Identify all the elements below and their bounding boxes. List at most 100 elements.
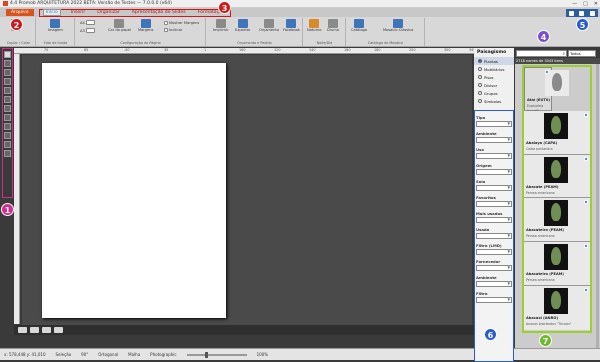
- category-divisor[interactable]: Divisor: [474, 81, 514, 89]
- tab-apresentacao[interactable]: Apresentação de Slides: [130, 10, 188, 15]
- filter-select[interactable]: [476, 185, 512, 191]
- maximize-button[interactable]: □: [583, 1, 588, 7]
- drawing-canvas[interactable]: [22, 55, 472, 325]
- list-item[interactable]: Abalaya (CAPA) Ceiba pentandra: [524, 110, 590, 155]
- circle-tool[interactable]: [4, 105, 11, 112]
- rect-tool[interactable]: [4, 96, 11, 103]
- category-label: Mobiliários: [484, 66, 505, 72]
- info-icon[interactable]: [584, 244, 588, 249]
- callout-badge-2: 2: [10, 18, 23, 31]
- filter-select[interactable]: [476, 249, 512, 255]
- category-label: Grupos: [484, 90, 498, 96]
- paper-page[interactable]: [42, 63, 226, 318]
- info-icon[interactable]: [584, 287, 588, 292]
- user-icon[interactable]: [579, 10, 585, 16]
- select-tool[interactable]: [4, 51, 11, 58]
- paper-color-button[interactable]: Cor do papel: [108, 19, 131, 32]
- show-margins-checkbox[interactable]: Mostrar Margens: [164, 21, 199, 25]
- info-icon[interactable]: [584, 156, 588, 161]
- close-button[interactable]: ✕: [594, 1, 598, 7]
- margins-button[interactable]: Margens: [138, 19, 153, 32]
- catalog-button[interactable]: Catálogo: [351, 19, 367, 32]
- info-icon[interactable]: [584, 200, 588, 205]
- filter-select[interactable]: [476, 169, 512, 175]
- rotate-tool[interactable]: [4, 69, 11, 76]
- budget-label: Orçamento: [259, 28, 280, 32]
- angle-readout[interactable]: 90°: [81, 352, 88, 357]
- list-item[interactable]: Abacateiro (PEAM) Persea americana: [524, 242, 590, 286]
- results-scrollbar[interactable]: [596, 64, 599, 348]
- filter-select[interactable]: [476, 297, 512, 303]
- page-size-field-2[interactable]: [85, 28, 95, 33]
- callout-badge-3: 3: [218, 1, 231, 14]
- print-button[interactable]: Imprimir: [213, 19, 228, 32]
- export-icon: [237, 19, 248, 28]
- filter-select[interactable]: [476, 233, 512, 239]
- tab-inicio[interactable]: Início: [42, 9, 61, 16]
- filter-select[interactable]: [476, 265, 512, 271]
- scale-tool[interactable]: [4, 78, 11, 85]
- image-button[interactable]: Imagem: [48, 19, 63, 32]
- night-button[interactable]: Noturno: [307, 19, 321, 32]
- options-icon[interactable]: [590, 10, 596, 16]
- page-size-field[interactable]: [85, 20, 95, 25]
- day-icon: [327, 19, 338, 28]
- list-item[interactable]: Abacate (PEAM) Persea americana: [524, 154, 590, 199]
- facebook-button[interactable]: Facebook: [283, 19, 300, 32]
- tab-inserir[interactable]: Inserir: [69, 10, 88, 15]
- scope-select[interactable]: Todos: [568, 49, 596, 57]
- item-thumbnail: [544, 244, 568, 271]
- ortho-toggle[interactable]: Ortogonal: [98, 352, 118, 357]
- group-night-day: Noturno Diurno Noite/Dia: [304, 18, 346, 46]
- category-mobiliarios[interactable]: Mobiliários: [474, 65, 514, 73]
- search-input[interactable]: ⌕: [516, 49, 567, 57]
- first-page-button[interactable]: [18, 327, 27, 333]
- filter-select[interactable]: [476, 153, 512, 159]
- item-scientific-name: Ananas bracteatus "Tricolor": [526, 321, 572, 326]
- list-item[interactable]: Abacaxi (ANRO) Ananas bracteatus "Tricolo…: [524, 285, 590, 330]
- filter-select[interactable]: [476, 121, 512, 127]
- snap-toggle[interactable]: Malha: [128, 352, 140, 357]
- next-page-button[interactable]: [42, 327, 51, 333]
- layer-readout: Photographic: [150, 352, 177, 357]
- zoom-tool[interactable]: [4, 141, 11, 148]
- budget-button[interactable]: Orçamento: [259, 19, 279, 32]
- category-plantas[interactable]: Plantas: [474, 57, 514, 65]
- filter-fornecedor: Fornecedor: [476, 259, 512, 271]
- search-icon[interactable]: ⌕: [562, 51, 565, 57]
- filter-select[interactable]: [476, 137, 512, 143]
- export-button[interactable]: Exportar: [235, 19, 250, 32]
- line-tool[interactable]: [4, 87, 11, 94]
- filter-select[interactable]: [476, 281, 512, 287]
- prev-page-button[interactable]: [30, 327, 39, 333]
- list-item[interactable]: Abacateiro (PEAM) Persea americana: [524, 198, 590, 243]
- filter-select[interactable]: [476, 217, 512, 223]
- help-icon[interactable]: [568, 10, 574, 16]
- info-icon[interactable]: [584, 112, 588, 117]
- category-grupos[interactable]: Grupos: [474, 89, 514, 97]
- filter-select[interactable]: [476, 201, 512, 207]
- text-tool[interactable]: [4, 114, 11, 121]
- category-simbolos[interactable]: Símbolos: [474, 97, 514, 105]
- move-tool[interactable]: [4, 60, 11, 67]
- paper-size-select[interactable]: A4: [80, 20, 95, 25]
- pan-tool[interactable]: [4, 132, 11, 139]
- category-pisos[interactable]: Pisos: [474, 73, 514, 81]
- eraser-tool[interactable]: [4, 150, 11, 157]
- left-ruler: [14, 54, 20, 324]
- minimize-button[interactable]: —: [572, 1, 577, 7]
- info-icon[interactable]: [545, 70, 549, 74]
- measure-tool[interactable]: [4, 123, 11, 130]
- tilt-checkbox[interactable]: Inclinar: [164, 28, 182, 32]
- file-menu-button[interactable]: Arquivo: [6, 9, 34, 16]
- margins-icon: [140, 19, 151, 28]
- tree-image: [551, 159, 561, 178]
- mosaic-button[interactable]: Mosaico Clássico: [383, 19, 413, 32]
- zoom-handle[interactable]: [204, 351, 208, 358]
- day-button[interactable]: Diurno: [327, 19, 339, 32]
- paper-size-select-2[interactable]: A3: [80, 28, 95, 33]
- list-item[interactable]: Ataí (EUT0)Euphorbia tirucalli: [524, 67, 569, 113]
- last-page-button[interactable]: [54, 327, 63, 333]
- zoom-slider[interactable]: [186, 351, 247, 358]
- tab-organizar[interactable]: Organizar: [95, 10, 121, 15]
